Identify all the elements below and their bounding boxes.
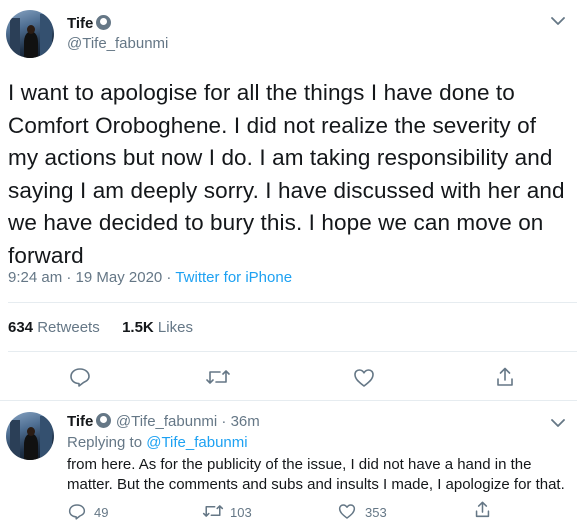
tweet-source-link[interactable]: Twitter for iPhone (175, 269, 292, 286)
heart-icon[interactable] (338, 503, 356, 520)
divider (0, 400, 577, 401)
retweets-stat[interactable]: 634 Retweets (8, 319, 100, 336)
face-emoji-icon (96, 15, 112, 30)
reply-icon[interactable] (68, 503, 86, 520)
replying-to: Replying to @Tife_fabunmi (67, 434, 248, 451)
reply-text: from here. As for the publicity of the i… (67, 456, 565, 493)
author-avatar[interactable] (6, 10, 54, 58)
heart-icon[interactable] (353, 368, 375, 388)
retweet-count: 103 (230, 505, 252, 520)
retweet-icon[interactable] (202, 503, 224, 519)
share-icon[interactable] (495, 366, 515, 388)
divider (8, 351, 577, 352)
chevron-down-icon[interactable] (551, 418, 565, 428)
tweet-text: I want to apologise for all the things I… (8, 80, 565, 268)
likes-stat[interactable]: 1.5K Likes (122, 319, 193, 336)
reply-icon[interactable] (69, 367, 91, 387)
tweet-timestamp[interactable]: 9:24 am · 19 May 2020 · (8, 269, 175, 286)
replying-to-link[interactable]: @Tife_fabunmi (146, 434, 247, 451)
author-name[interactable]: Tife (67, 15, 93, 32)
like-count: 353 (365, 505, 387, 520)
reply-author-avatar[interactable] (6, 412, 54, 460)
face-emoji-icon (96, 413, 112, 428)
reply-count: 49 (94, 505, 109, 520)
chevron-down-icon[interactable] (551, 16, 565, 26)
author-handle[interactable]: @Tife_fabunmi (67, 35, 168, 52)
retweet-icon[interactable] (205, 368, 231, 386)
divider (8, 302, 577, 303)
reply-author-name[interactable]: Tife (67, 413, 93, 430)
reply-author-handle[interactable]: @Tife_fabunmi · 36m (116, 413, 260, 430)
share-icon[interactable] (474, 500, 491, 519)
